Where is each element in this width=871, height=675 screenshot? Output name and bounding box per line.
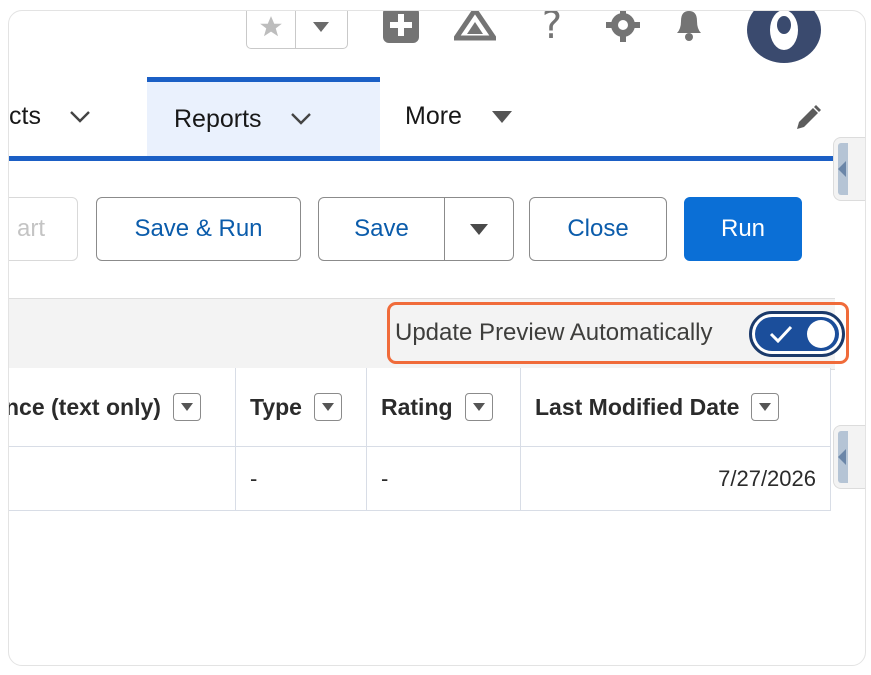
user-avatar[interactable] [747,11,821,63]
column-header-label: Rating [381,393,453,420]
annotation-highlight [387,302,849,364]
tab-contacts[interactable]: cts [9,77,91,156]
column-header-last-modified: Last Modified Date [521,368,831,446]
settings-icon[interactable] [603,11,643,45]
save-button[interactable]: Save [319,198,445,260]
chevron-down-icon[interactable] [69,110,91,124]
trailhead-icon[interactable] [453,11,497,45]
save-menu-button[interactable] [445,198,513,260]
column-header-label: Last Modified Date [535,393,740,420]
report-preview-table: nce (text only) Type Rating Last Modifie… [9,368,831,511]
column-menu-button[interactable] [464,393,493,421]
caret-down-icon [472,403,485,411]
chevron-down-icon[interactable] [290,112,312,126]
save-and-run-label: Save & Run [134,215,263,242]
column-menu-button[interactable] [313,393,342,421]
star-icon[interactable] [247,11,296,48]
column-menu-button[interactable] [751,393,780,421]
column-header-description: nce (text only) [8,368,236,446]
help-icon[interactable]: ? [537,11,567,45]
save-button-group: Save [318,197,514,261]
caret-down-icon [759,403,772,411]
tab-label: More [405,102,462,130]
app-frame: ? cts Reports More art Save & Run Save C… [8,10,866,666]
caret-down-icon[interactable] [296,11,346,48]
column-header-rating: Rating [367,368,521,446]
side-panel-handle[interactable] [833,137,865,201]
column-header-label: nce (text only) [8,393,161,420]
column-header-label: Type [250,393,302,420]
collapse-left-icon [838,431,848,483]
run-button[interactable]: Run [684,197,802,261]
caret-down-icon[interactable] [491,110,512,123]
nav-bar: cts Reports More [9,77,865,163]
notifications-bell-icon[interactable] [669,11,709,45]
caret-down-icon [470,223,488,235]
column-menu-button[interactable] [172,393,201,421]
side-panel-handle[interactable] [833,425,865,489]
table-cell: - [236,447,367,510]
table-cell [9,447,236,510]
add-chart-label: art [16,215,45,242]
collapse-left-icon [838,143,848,195]
close-label: Close [567,215,629,242]
add-chart-button[interactable]: art [9,197,78,261]
caret-down-icon [180,403,193,411]
tab-label: Reports [174,104,262,133]
run-label: Run [720,215,766,242]
table-row: - - 7/27/2026 [9,447,831,511]
tab-label: cts [9,102,41,130]
favorites-group [246,11,348,49]
nav-underline [9,156,835,161]
save-label: Save [354,215,409,242]
column-header-type: Type [236,368,367,446]
caret-down-icon [321,403,334,411]
table-header-row: nce (text only) Type Rating Last Modifie… [9,368,831,447]
add-icon[interactable] [381,11,421,45]
table-cell: - [367,447,521,510]
close-button[interactable]: Close [529,197,667,261]
pencil-icon[interactable] [793,103,823,138]
tab-more[interactable]: More [405,77,512,156]
save-and-run-button[interactable]: Save & Run [96,197,301,261]
table-cell: 7/27/2026 [521,447,831,510]
tab-reports[interactable]: Reports [147,77,380,156]
